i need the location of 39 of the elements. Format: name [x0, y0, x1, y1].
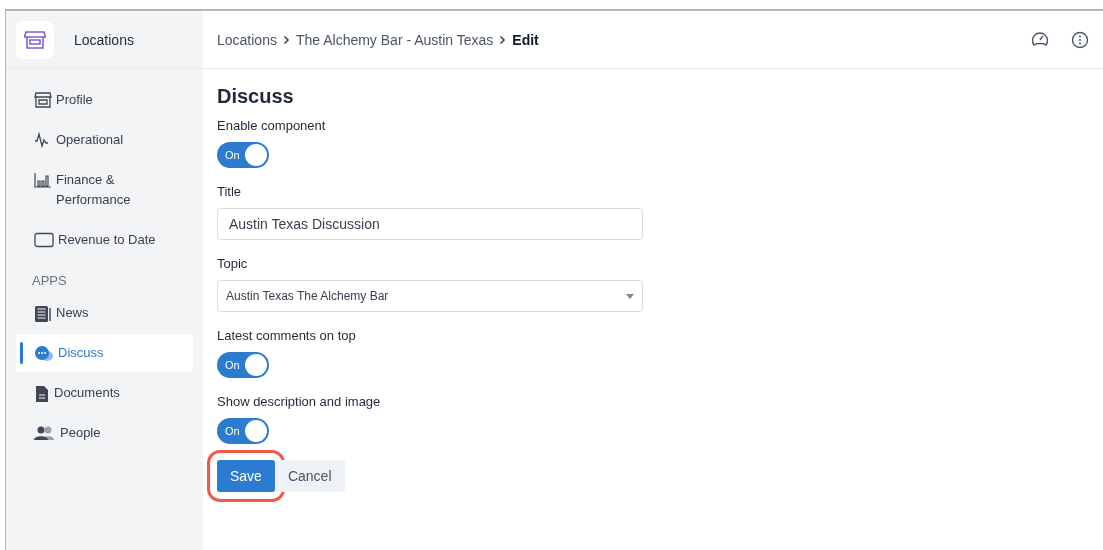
- sidebar-item[interactable]: Discuss: [16, 334, 193, 372]
- section-title: Discuss: [217, 85, 295, 108]
- field-label: Topic: [217, 256, 248, 271]
- chevron-icon: [499, 34, 507, 45]
- more-info-icon[interactable]: [1071, 30, 1089, 49]
- dropdown-caret-icon: [626, 293, 634, 299]
- field-label: Latest comments on top: [217, 328, 356, 343]
- toggle-switch[interactable]: On: [217, 418, 269, 444]
- field-label: Enable component: [217, 118, 326, 133]
- chevron-icon: [282, 34, 290, 45]
- app-title: Locations: [74, 31, 134, 48]
- toggle-switch[interactable]: On: [217, 352, 269, 378]
- sidebar-item[interactable]: Finance & Performance: [16, 161, 193, 219]
- breadcrumb-current: Edit: [512, 31, 539, 48]
- field-label: Show description and image: [217, 394, 381, 409]
- sidebar-item[interactable]: Revenue to Date: [16, 221, 193, 259]
- title-input[interactable]: Austin Texas Discussion: [217, 208, 643, 240]
- bar-chart-icon: [34, 172, 52, 188]
- storefront-icon: [34, 92, 52, 108]
- document-icon: [34, 385, 50, 403]
- newspaper-icon: [34, 305, 52, 323]
- sidebar-item[interactable]: Profile: [16, 81, 193, 119]
- sidebar-item[interactable]: Documents: [16, 374, 193, 412]
- field-label: Title: [217, 184, 242, 199]
- toggle-switch[interactable]: On: [217, 142, 269, 168]
- sidebar-item[interactable]: News: [16, 294, 193, 332]
- sidebar-item[interactable]: Operational: [16, 121, 193, 159]
- breadcrumb-link[interactable]: The Alchemy Bar - Austin Texas: [295, 31, 494, 48]
- rectangle-icon: [34, 232, 54, 248]
- store-logo: [16, 20, 54, 59]
- breadcrumb-link[interactable]: Locations: [217, 31, 277, 48]
- chat-bubbles-icon: [34, 345, 54, 363]
- dashboard-icon[interactable]: [1031, 30, 1049, 47]
- topic-select[interactable]: Austin Texas The Alchemy Bar: [217, 280, 643, 312]
- section-heading: APPS: [31, 272, 68, 290]
- people-icon: [34, 425, 56, 441]
- sidebar-item[interactable]: People: [16, 414, 193, 452]
- cancel-button[interactable]: Cancel: [274, 460, 345, 492]
- save-button[interactable]: Save: [217, 460, 275, 492]
